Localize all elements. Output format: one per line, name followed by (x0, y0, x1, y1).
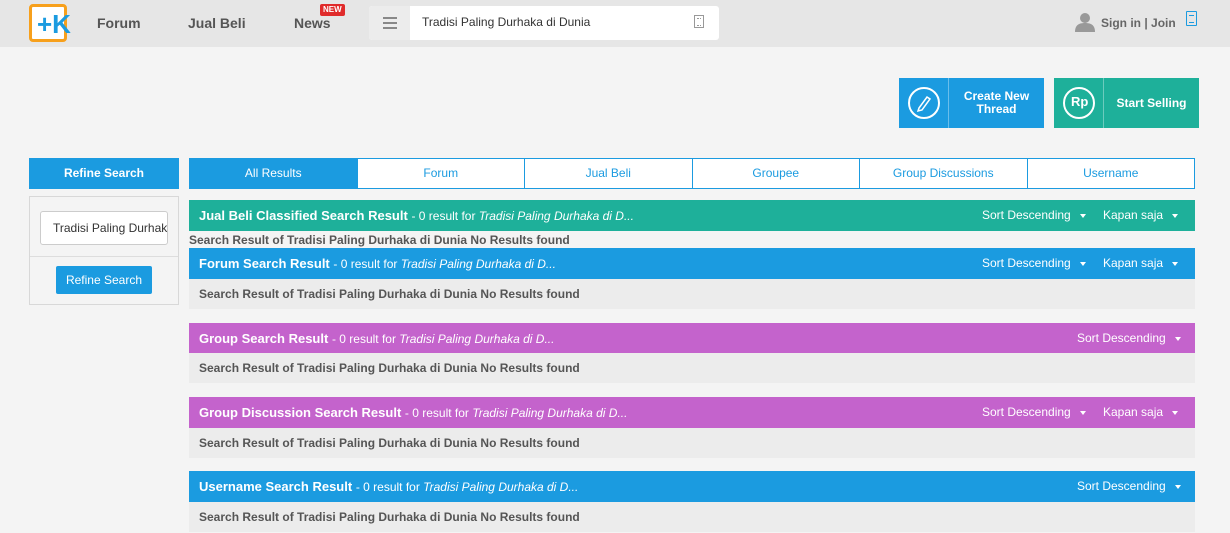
rupiah-icon: Rp (1054, 78, 1104, 128)
caret-down-icon (1079, 213, 1086, 218)
top-header: +K Forum Jual Beli News NEW Sign in | Jo… (0, 0, 1230, 47)
refine-search-panel: Refine Search (29, 196, 179, 305)
result-query: Tradisi Paling Durhaka di D... (472, 406, 628, 420)
tab-groupee[interactable]: Groupee (692, 158, 860, 189)
document-icon[interactable] (1186, 11, 1197, 26)
time-label: Kapan saja (1103, 208, 1164, 222)
sort-dropdown[interactable]: Sort Descending (1077, 323, 1181, 354)
create-thread-label: Create New Thread (963, 89, 1030, 116)
group-discussion-result-message: Search Result of Tradisi Paling Durhaka … (189, 428, 1195, 458)
jual-beli-result-message: Search Result of Tradisi Paling Durhaka … (189, 233, 570, 247)
start-selling-button[interactable]: Rp Start Selling (1054, 78, 1199, 128)
result-title: Jual Beli Classified Search Result (199, 208, 408, 223)
sort-label: Sort Descending (982, 405, 1071, 419)
new-badge: NEW (320, 4, 345, 16)
sort-dropdown[interactable]: Sort Descending (1077, 471, 1181, 502)
tab-forum[interactable]: Forum (357, 158, 525, 189)
username-result-header: Username Search Result - 0 result for Tr… (189, 471, 1195, 502)
search-bar (369, 6, 719, 40)
group-discussion-result-header: Group Discussion Search Result - 0 resul… (189, 397, 1195, 428)
start-selling-label: Start Selling (1116, 95, 1187, 110)
search-submit-icon[interactable] (694, 15, 704, 28)
result-tabs: All Results Forum Jual Beli Groupee Grou… (189, 158, 1195, 189)
caret-down-icon (1174, 484, 1181, 489)
refine-search-input[interactable] (40, 211, 168, 245)
caret-down-icon (1172, 213, 1179, 218)
sort-dropdown[interactable]: Sort Descending (982, 397, 1086, 428)
sort-dropdown[interactable]: Sort Descending (982, 248, 1086, 279)
sort-dropdown[interactable]: Sort Descending (982, 200, 1086, 231)
sort-label: Sort Descending (982, 256, 1071, 270)
refine-search-title: Refine Search (29, 158, 179, 189)
sort-label: Sort Descending (1077, 479, 1166, 493)
result-title: Username Search Result (199, 479, 353, 494)
result-count: - 0 result for (404, 406, 473, 420)
caret-down-icon (1079, 410, 1086, 415)
create-thread-button[interactable]: Create New Thread (899, 78, 1044, 128)
caret-down-icon (1172, 410, 1179, 415)
time-dropdown[interactable]: Kapan saja (1103, 248, 1179, 279)
result-title: Group Discussion Search Result (199, 405, 402, 420)
search-input[interactable] (422, 15, 682, 29)
forum-result-header: Forum Search Result - 0 result for Tradi… (189, 248, 1195, 279)
time-label: Kapan saja (1103, 405, 1164, 419)
tab-username[interactable]: Username (1027, 158, 1195, 189)
pencil-icon (899, 78, 949, 128)
tab-group-discussions[interactable]: Group Discussions (860, 158, 1028, 189)
tab-all-results[interactable]: All Results (189, 158, 358, 189)
result-count: - 0 result for (355, 480, 424, 494)
nav-jual-beli[interactable]: Jual Beli (188, 15, 246, 31)
time-label: Kapan saja (1103, 256, 1164, 270)
group-result-message: Search Result of Tradisi Paling Durhaka … (189, 353, 1195, 383)
result-query: Tradisi Paling Durhaka di D... (400, 257, 556, 271)
result-title: Group Search Result (199, 331, 329, 346)
result-count: - 0 result for (331, 332, 400, 346)
username-result-message: Search Result of Tradisi Paling Durhaka … (189, 502, 1195, 532)
kaskus-logo-icon[interactable]: +K (29, 4, 71, 42)
caret-down-icon (1172, 261, 1179, 266)
time-dropdown[interactable]: Kapan saja (1103, 397, 1179, 428)
user-icon (1075, 13, 1095, 32)
group-result-header: Group Search Result - 0 result for Tradi… (189, 323, 1195, 354)
result-query: Tradisi Paling Durhaka di D... (399, 332, 555, 346)
result-query: Tradisi Paling Durhaka di D... (478, 209, 634, 223)
refine-search-button[interactable]: Refine Search (56, 266, 152, 294)
divider (30, 256, 178, 257)
rupiah-symbol: Rp (1071, 94, 1089, 109)
result-query: Tradisi Paling Durhaka di D... (423, 480, 579, 494)
result-count: - 0 result for (411, 209, 479, 223)
signin-join-link[interactable]: Sign in | Join (1101, 16, 1176, 30)
jual-beli-result-header: Jual Beli Classified Search Result - 0 r… (189, 200, 1195, 231)
result-title: Forum Search Result (199, 256, 330, 271)
sort-label: Sort Descending (982, 208, 1071, 222)
hamburger-menu-icon[interactable] (369, 6, 410, 40)
nav-forum[interactable]: Forum (97, 15, 141, 31)
result-count: - 0 result for (333, 257, 401, 271)
tab-jual-beli[interactable]: Jual Beli (525, 158, 693, 189)
caret-down-icon (1174, 336, 1181, 341)
time-dropdown[interactable]: Kapan saja (1103, 200, 1179, 231)
caret-down-icon (1079, 261, 1086, 266)
nav-news[interactable]: News (294, 15, 331, 31)
sort-label: Sort Descending (1077, 331, 1166, 345)
forum-result-message: Search Result of Tradisi Paling Durhaka … (189, 279, 1195, 309)
